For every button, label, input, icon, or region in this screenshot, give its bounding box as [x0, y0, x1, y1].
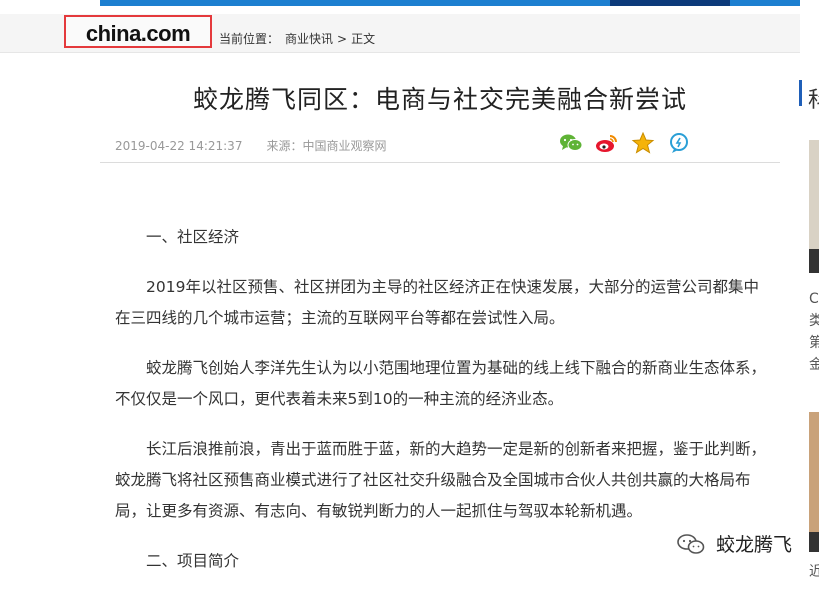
- article-source: 来源：中国商业观察网: [266, 139, 387, 153]
- article-title: 蛟龙腾飞同区：电商与社交完美融合新尝试: [192, 85, 687, 114]
- paragraph: 蛟龙腾飞创始人李洋先生认为以小范围地理位置为基础的线上线下融合的新商业生态体系，…: [115, 359, 767, 408]
- sidebar-news-text[interactable]: C 类 第 金: [809, 288, 819, 376]
- meta-divider: [100, 162, 780, 163]
- wechat-watermark-icon: [677, 533, 705, 554]
- sidebar-text-line: 类: [809, 313, 819, 329]
- sidebar-text-line: C: [809, 291, 819, 307]
- paragraph: 长江后浪推前浪，青出于蓝而胜于蓝，新的大趋势一定是新的创新者来把握，鉴于此判断，…: [115, 440, 767, 520]
- section-heading: 一、社区经济: [146, 228, 240, 246]
- top-banner-dark-segment: [610, 0, 730, 6]
- sidebar-title: 科: [808, 82, 819, 114]
- image-tag: [809, 532, 819, 552]
- breadcrumb-current: 正文: [351, 32, 376, 46]
- favorite-star-icon[interactable]: [631, 131, 655, 154]
- breadcrumb-label: 当前位置：: [219, 32, 280, 46]
- top-banner[interactable]: [100, 0, 800, 6]
- publish-date: 2019-04-22 14:21:37: [115, 139, 243, 153]
- logo-text: china.com: [85, 21, 191, 46]
- breadcrumb-separator: >: [337, 32, 348, 46]
- sidebar-text-line: 金: [809, 357, 819, 373]
- paragraph: 2019年以社区预售、社区拼团为主导的社区经济正在快速发展，大部分的运营公司都集…: [115, 278, 759, 327]
- breadcrumb: 当前位置： 商业快讯 > 正文: [219, 30, 375, 47]
- watermark-text: 蛟龙腾飞: [716, 534, 793, 556]
- breadcrumb-link-section[interactable]: 商业快讯: [285, 30, 333, 47]
- image-tag: [809, 249, 819, 273]
- sidebar-news-image[interactable]: [809, 412, 819, 552]
- weibo-icon[interactable]: [595, 132, 619, 154]
- article-meta: 2019-04-22 14:21:37 来源：中国商业观察网: [115, 137, 386, 154]
- comment-icon[interactable]: [667, 132, 691, 154]
- sidebar-news-image[interactable]: [809, 140, 819, 273]
- section-heading: 二、项目简介: [146, 552, 240, 570]
- sidebar-news-text[interactable]: 近: [809, 561, 819, 581]
- site-logo[interactable]: china.com: [64, 15, 212, 48]
- wechat-icon[interactable]: [559, 132, 583, 154]
- article-body: 一、社区经济 2019年以社区预售、社区拼团为主导的社区经济正在快速发展，大部分…: [115, 222, 770, 596]
- wechat-watermark: 蛟龙腾飞: [676, 530, 792, 557]
- sidebar-title-accent: [799, 80, 802, 106]
- sidebar-text-line: 第: [809, 335, 819, 351]
